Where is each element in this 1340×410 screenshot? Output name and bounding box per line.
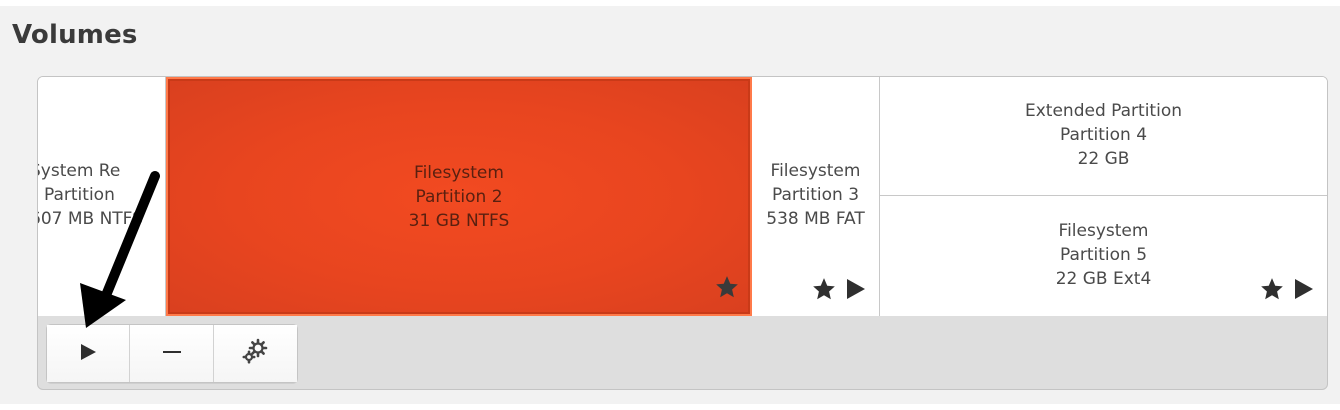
play-icon — [845, 277, 867, 305]
segment-partition-3[interactable]: Filesystem Partition 3 538 MB FAT — [752, 77, 880, 316]
extended-header: Extended Partition Partition 4 22 GB — [880, 77, 1327, 196]
segment-line-1: Filesystem — [770, 161, 861, 181]
minus-icon — [162, 342, 182, 366]
star-icon — [1259, 276, 1285, 306]
segment-line-3: 538 MB FAT — [766, 209, 865, 229]
section-title: Volumes — [12, 20, 138, 50]
volumes-box: System Re Partition 607 MB NTFS Filesyst… — [37, 76, 1328, 390]
segment-label: Filesystem Partition 3 538 MB FAT — [752, 159, 879, 231]
segment-line-2: Partition 5 — [1059, 245, 1148, 265]
segment-partition-2[interactable]: Filesystem Partition 2 31 GB NTFS — [166, 77, 752, 316]
segment-extended-partition-4[interactable]: Extended Partition Partition 4 22 GB Fil… — [880, 77, 1327, 316]
segment-line-1: Extended Partition — [1025, 101, 1182, 121]
segment-line-1: Filesystem — [414, 163, 504, 183]
segment-line-1: System Re — [38, 161, 121, 181]
play-icon — [78, 342, 98, 366]
segment-icons — [1259, 276, 1315, 306]
segment-icons — [714, 274, 740, 304]
more-actions-button[interactable] — [213, 325, 298, 382]
mount-button[interactable] — [47, 325, 131, 382]
segment-label: System Re Partition 607 MB NTFS — [38, 159, 143, 231]
volumes-panel: Volumes System Re Partition 607 MB NTFS … — [0, 6, 1340, 404]
segment-line-2: Partition 4 — [1059, 125, 1148, 145]
segment-line-3: 607 MB NTFS — [38, 209, 143, 229]
segment-line-2: Partition — [44, 185, 115, 205]
segment-partition-5[interactable]: Filesystem Partition 5 22 GB Ext4 — [880, 197, 1327, 316]
segment-line-1: Filesystem — [1058, 221, 1149, 241]
segment-line-2: Partition 2 — [415, 187, 503, 207]
partition-map: System Re Partition 607 MB NTFS Filesyst… — [38, 77, 1327, 316]
segment-line-3: 22 GB — [1077, 149, 1130, 169]
star-icon — [811, 276, 837, 306]
gears-icon — [240, 337, 270, 371]
segment-icons — [811, 276, 867, 306]
segment-label: Extended Partition Partition 4 22 GB — [880, 99, 1327, 171]
segment-line-3: 31 GB NTFS — [408, 211, 510, 231]
segment-partition-1[interactable]: System Re Partition 607 MB NTFS — [38, 77, 166, 316]
play-icon — [1293, 277, 1315, 305]
volume-toolbar — [46, 324, 298, 383]
segment-label: Filesystem Partition 2 31 GB NTFS — [168, 161, 750, 233]
delete-partition-button[interactable] — [130, 325, 214, 382]
star-icon — [714, 274, 740, 304]
segment-line-2: Partition 3 — [771, 185, 860, 205]
